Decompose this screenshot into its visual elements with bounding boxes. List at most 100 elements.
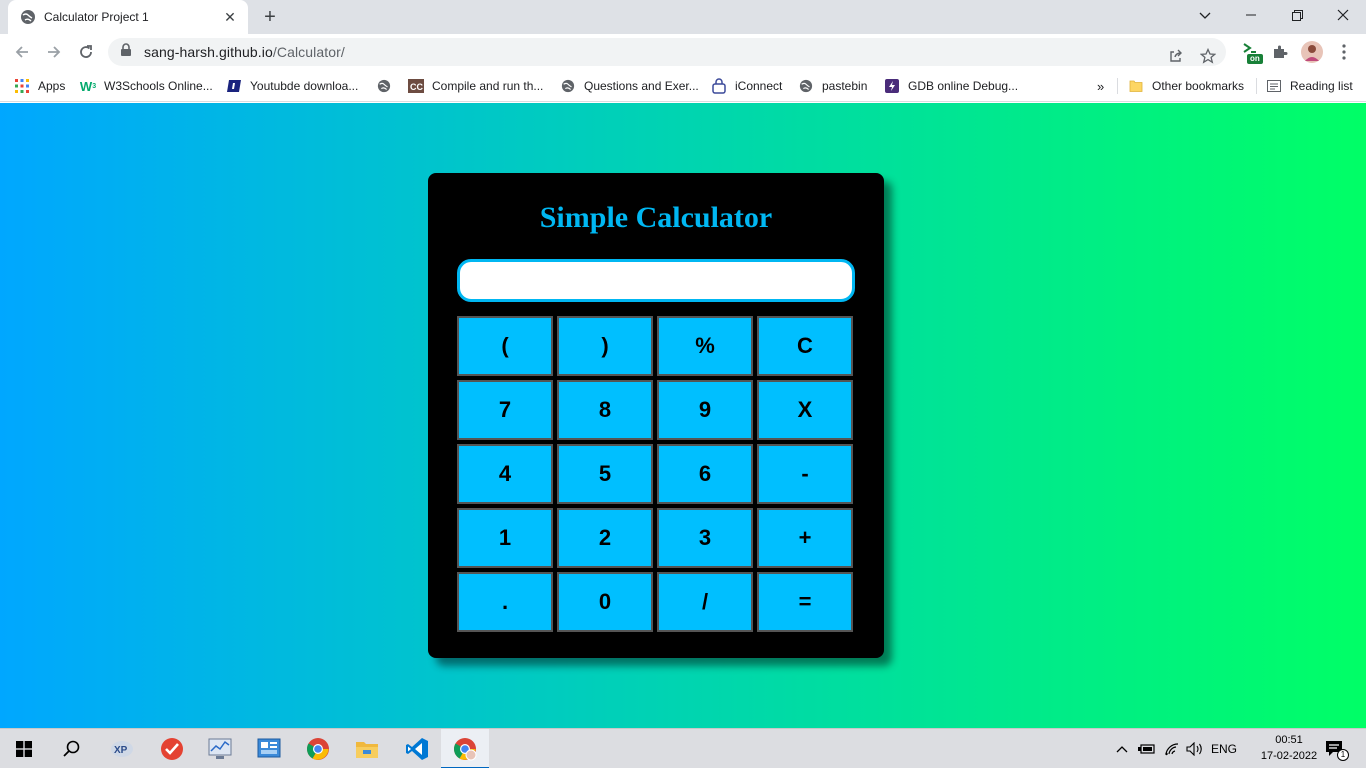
notification-count: 1	[1337, 749, 1349, 761]
bookmark-gdb[interactable]: GDB online Debug...	[884, 76, 1018, 96]
menu-kebab-icon[interactable]	[1332, 40, 1356, 64]
key-divide[interactable]: /	[657, 572, 753, 632]
key-close-paren[interactable]: )	[557, 316, 653, 376]
key-equals[interactable]: =	[757, 572, 853, 632]
wifi-icon[interactable]	[1162, 729, 1182, 768]
bookmark-site-icon	[226, 78, 242, 94]
language-indicator[interactable]: ENG	[1208, 729, 1240, 768]
bookmark-other[interactable]: Other bookmarks	[1128, 76, 1244, 96]
search-icon[interactable]	[48, 729, 96, 768]
bookmark-pastebin[interactable]: pastebin	[798, 76, 867, 96]
reading-list-icon	[1266, 78, 1282, 94]
minimize-icon[interactable]	[1228, 0, 1274, 30]
bookmark-label: Apps	[38, 79, 66, 93]
bookmark-label: Questions and Exer...	[584, 79, 699, 93]
key-7[interactable]: 7	[457, 380, 553, 440]
key-8[interactable]: 8	[557, 380, 653, 440]
new-tab-button[interactable]: +	[258, 5, 282, 29]
clock-date: 17-02-2022	[1260, 750, 1318, 762]
key-3[interactable]: 3	[657, 508, 753, 568]
calculator-display-input[interactable]	[457, 259, 855, 302]
notifications-icon[interactable]: 1	[1320, 729, 1350, 768]
reload-icon[interactable]	[72, 38, 100, 66]
bookmark-label: Compile and run th...	[432, 79, 544, 93]
share-icon[interactable]	[1164, 44, 1188, 68]
bookmark-w3schools[interactable]: W3 W3Schools Online...	[80, 76, 213, 96]
performance-monitor-icon[interactable]	[196, 729, 244, 768]
key-percent[interactable]: %	[657, 316, 753, 376]
svg-text:CC: CC	[410, 82, 423, 92]
key-9[interactable]: 9	[657, 380, 753, 440]
file-explorer-icon[interactable]	[343, 729, 391, 768]
bookmark-apps[interactable]: Apps	[14, 76, 65, 96]
apps-grid-icon	[14, 78, 30, 94]
calculator-keypad: ( ) % C 7 8 9 X 4 5 6 - 1 2 3 + . 0 / =	[457, 316, 855, 632]
tab-search-icon[interactable]	[1182, 0, 1228, 30]
volume-icon[interactable]	[1185, 729, 1205, 768]
lock-icon	[711, 78, 727, 94]
key-1[interactable]: 1	[457, 508, 553, 568]
control-panel-icon[interactable]	[245, 729, 293, 768]
key-plus[interactable]: +	[757, 508, 853, 568]
bookmark-label: W3Schools Online...	[104, 79, 213, 93]
calculator-title: Simple Calculator	[539, 201, 773, 234]
key-open-paren[interactable]: (	[457, 316, 553, 376]
bookmark-star-icon[interactable]	[1196, 44, 1220, 68]
clock-time: 00:51	[1275, 734, 1303, 746]
url-text: sang-harsh.github.io/Calculator/	[144, 44, 345, 60]
key-4[interactable]: 4	[457, 444, 553, 504]
browser-toolbar: sang-harsh.github.io/Calculator/	[0, 34, 1366, 70]
bookmark-label: Other bookmarks	[1152, 79, 1245, 93]
bookmarks-overflow-button[interactable]: »	[1097, 76, 1104, 96]
tab-title: Calculator Project 1	[44, 10, 149, 24]
key-minus[interactable]: -	[757, 444, 853, 504]
close-window-icon[interactable]	[1320, 0, 1366, 30]
extension-on-icon[interactable]: on	[1240, 40, 1264, 64]
key-multiply[interactable]: X	[757, 380, 853, 440]
bookmark-label: Reading list	[1290, 79, 1353, 93]
bookmark-label: iConnect	[735, 79, 783, 93]
calculator-panel: Simple Calculator ( ) % C 7 8 9 X 4 5 6 …	[428, 173, 884, 658]
address-bar[interactable]: sang-harsh.github.io/Calculator/	[108, 38, 1226, 66]
browser-tab[interactable]: Calculator Project 1 ✕	[8, 0, 248, 34]
bookmark-globe[interactable]	[376, 76, 400, 96]
key-6[interactable]: 6	[657, 444, 753, 504]
globe-icon	[376, 78, 392, 94]
vscode-icon[interactable]	[393, 729, 441, 768]
bookmarks-divider	[1256, 78, 1257, 94]
forward-icon[interactable]	[40, 38, 68, 66]
chrome-icon[interactable]	[294, 729, 342, 768]
bookmarks-divider	[1117, 78, 1118, 94]
tab-strip: Calculator Project 1 ✕ +	[0, 0, 1366, 34]
bookmark-questions[interactable]: Questions and Exer...	[560, 76, 699, 96]
tray-chevron-up-icon[interactable]	[1113, 729, 1131, 768]
bookmark-iconnect[interactable]: iConnect	[711, 76, 782, 96]
key-0[interactable]: 0	[557, 572, 653, 632]
restore-icon[interactable]	[1274, 0, 1320, 30]
reading-list-button[interactable]: Reading list	[1266, 76, 1353, 96]
extensions-puzzle-icon[interactable]	[1268, 40, 1292, 64]
key-decimal[interactable]: .	[457, 572, 553, 632]
battery-icon[interactable]	[1137, 729, 1157, 768]
windows-taskbar: XP ENG 00:51 17-02-2022 1	[0, 728, 1366, 768]
bookmark-youtube-downloader[interactable]: Youtubde downloa...	[226, 76, 358, 96]
key-5[interactable]: 5	[557, 444, 653, 504]
url-path: /Calculator/	[272, 44, 345, 60]
language-app-icon[interactable]: XP	[98, 729, 146, 768]
windows-start-icon[interactable]	[0, 729, 48, 768]
key-2[interactable]: 2	[557, 508, 653, 568]
lock-icon[interactable]	[120, 42, 132, 62]
key-clear[interactable]: C	[757, 316, 853, 376]
taskbar-clock[interactable]: 00:51 17-02-2022	[1254, 732, 1324, 764]
todo-app-icon[interactable]	[148, 729, 196, 768]
bookmark-compile-run[interactable]: CC Compile and run th...	[408, 76, 543, 96]
gdb-icon	[884, 78, 900, 94]
back-icon[interactable]	[8, 38, 36, 66]
close-tab-icon[interactable]: ✕	[222, 9, 238, 25]
bookmarks-bar: Apps W3 W3Schools Online... Youtubde dow…	[0, 70, 1366, 102]
folder-icon	[1128, 78, 1144, 94]
page-background: Simple Calculator ( ) % C 7 8 9 X 4 5 6 …	[0, 103, 1366, 728]
url-host: sang-harsh.github.io	[144, 44, 273, 60]
profile-avatar[interactable]	[1300, 40, 1324, 64]
chrome-active-window-icon[interactable]	[441, 729, 489, 768]
